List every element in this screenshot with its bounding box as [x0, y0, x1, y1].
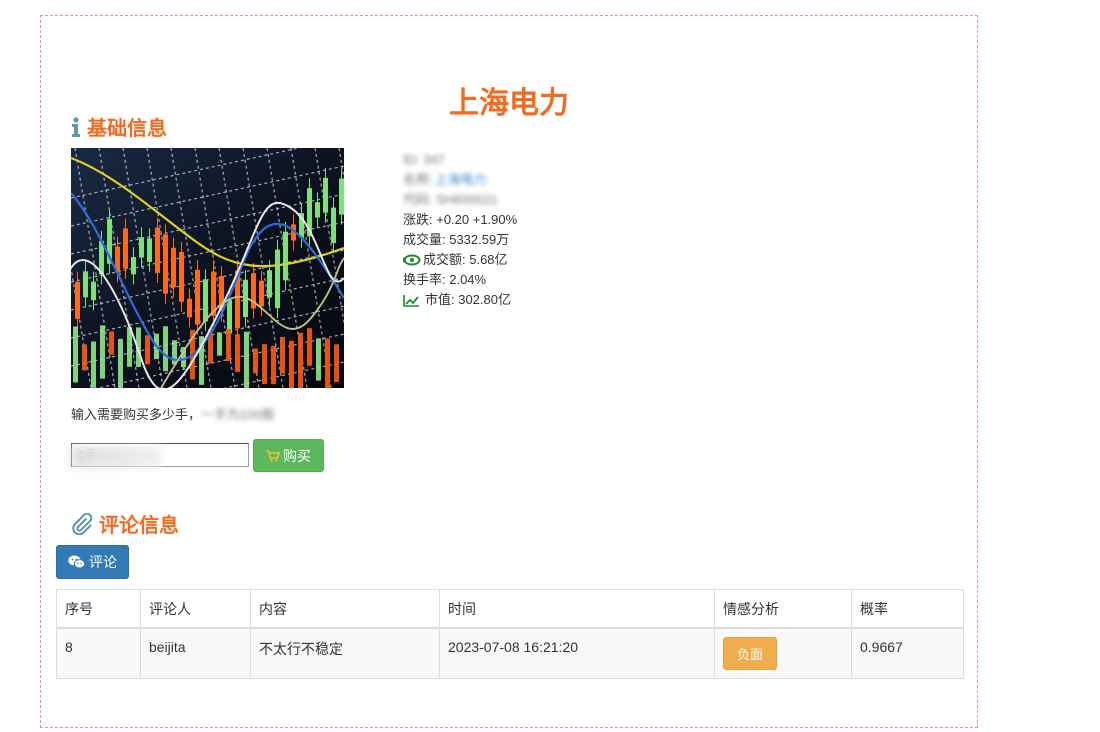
page-title: 上海电力	[449, 87, 569, 120]
stock-amount-row: 成交额: 5.68亿	[403, 250, 517, 270]
stock-name-label: 名称:	[403, 172, 433, 187]
cell-content: 不太行不稳定	[250, 627, 440, 679]
buy-prompt-hint: 一手为100股	[201, 407, 275, 422]
col-header-user: 评论人	[140, 589, 251, 629]
buy-prompt-text: 输入需要购买多少手，	[71, 407, 202, 422]
comments-table: 序号 评论人 内容 时间 情感分析 概率 8 beijita 不太行不稳定 20…	[56, 589, 964, 679]
stock-volume: 成交量: 5332.59万	[403, 232, 510, 247]
line-chart-icon	[403, 294, 420, 307]
main-panel: 上海电力 基础信息 ID: 347 名称: 上海电力 代码: SH600021 …	[40, 15, 978, 728]
stock-name-link[interactable]: 上海电力	[435, 170, 487, 190]
quantity-input-blur	[71, 446, 161, 468]
money-icon	[403, 254, 421, 266]
buy-prompt: 输入需要购买多少手，一手为100股	[71, 404, 275, 423]
buy-button[interactable]: 购买	[253, 439, 324, 472]
col-header-content: 内容	[250, 589, 440, 629]
col-header-id: 序号	[56, 589, 141, 629]
table-row: 8 beijita 不太行不稳定 2023-07-08 16:21:20 负面 …	[56, 627, 964, 679]
wechat-icon	[68, 555, 85, 569]
comment-info-heading: 评论信息	[71, 509, 179, 538]
stock-info: ID: 347 名称: 上海电力 代码: SH600021 涨跌: +0.20 …	[403, 150, 517, 310]
buy-button-label: 购买	[283, 447, 311, 464]
stock-name-row: 名称: 上海电力	[403, 170, 517, 190]
table-header-row: 序号 评论人 内容 时间 情感分析 概率	[56, 589, 964, 629]
col-header-sentiment: 情感分析	[714, 589, 852, 629]
cart-icon	[266, 449, 280, 462]
paperclip-icon	[71, 512, 93, 535]
stock-market-cap-row: 市值: 302.80亿	[403, 290, 517, 310]
stock-turnover: 换手率: 2.04%	[403, 272, 487, 287]
sentiment-badge: 负面	[723, 637, 778, 670]
comment-button[interactable]: 评论	[56, 545, 129, 579]
basic-info-heading: 基础信息	[71, 112, 167, 141]
col-header-time: 时间	[439, 589, 715, 629]
basic-info-title: 基础信息	[87, 118, 167, 140]
stock-amount: 成交额: 5.68亿	[423, 252, 508, 267]
stock-change: 涨跌: +0.20 +1.90%	[403, 212, 518, 227]
cell-prob: 0.9667	[851, 627, 964, 679]
stock-id: ID: 347	[403, 152, 445, 167]
cell-sentiment: 负面	[714, 627, 852, 679]
cell-user: beijita	[140, 627, 251, 679]
stock-chart-image	[71, 148, 344, 388]
col-header-prob: 概率	[851, 589, 964, 629]
cell-time: 2023-07-08 16:21:20	[439, 627, 715, 679]
comment-button-label: 评论	[89, 554, 117, 570]
comment-info-title: 评论信息	[99, 515, 179, 537]
cell-id: 8	[56, 627, 141, 679]
stock-market-cap: 市值: 302.80亿	[425, 292, 511, 307]
stock-code: 代码: SH600021	[403, 192, 498, 207]
info-icon	[71, 116, 81, 137]
